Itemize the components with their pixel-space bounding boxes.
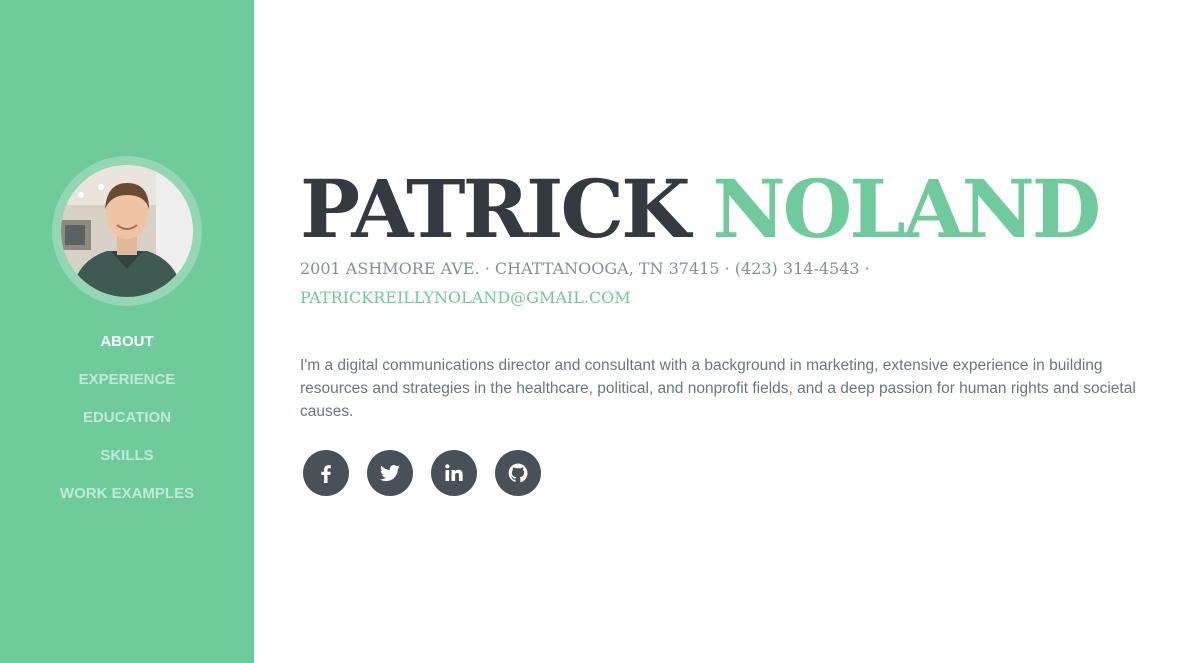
facebook-icon [321, 465, 331, 483]
first-name: PATRICK [300, 162, 691, 256]
social-icons [303, 450, 541, 496]
last-name: NOLAND [712, 162, 1102, 256]
nav-item-work-examples[interactable]: WORK EXAMPLES [0, 482, 254, 520]
nav-item-skills[interactable]: SKILLS [0, 444, 254, 482]
twitter-link[interactable] [367, 450, 413, 496]
nav-item-education[interactable]: EDUCATION [0, 406, 254, 444]
avatar-ring [52, 156, 202, 306]
sidebar-nav: ABOUT EXPERIENCE EDUCATION SKILLS WORK E… [0, 330, 254, 520]
linkedin-link[interactable] [431, 450, 477, 496]
email-link[interactable]: PATRICKREILLYNOLAND@GMAIL.COM [300, 283, 631, 312]
contact-info: 2001 ASHMORE AVE. · CHATTANOOGA, TN 3741… [300, 254, 1180, 312]
profile-photo [61, 165, 193, 297]
github-link[interactable] [495, 450, 541, 496]
facebook-link[interactable] [303, 450, 349, 496]
main-content: PATRICK NOLAND 2001 ASHMORE AVE. · CHATT… [300, 0, 1180, 663]
nav-item-about[interactable]: ABOUT [0, 330, 254, 368]
linkedin-icon [445, 464, 463, 481]
twitter-icon [379, 465, 400, 482]
github-icon [508, 463, 528, 483]
address-line: 2001 ASHMORE AVE. · CHATTANOOGA, TN 3741… [300, 259, 870, 278]
page-title: PATRICK NOLAND [300, 162, 1102, 256]
nav-item-experience[interactable]: EXPERIENCE [0, 368, 254, 406]
sidebar: ABOUT EXPERIENCE EDUCATION SKILLS WORK E… [0, 0, 254, 663]
bio-text: I'm a digital communications director an… [300, 357, 1136, 420]
avatar[interactable] [61, 165, 193, 297]
